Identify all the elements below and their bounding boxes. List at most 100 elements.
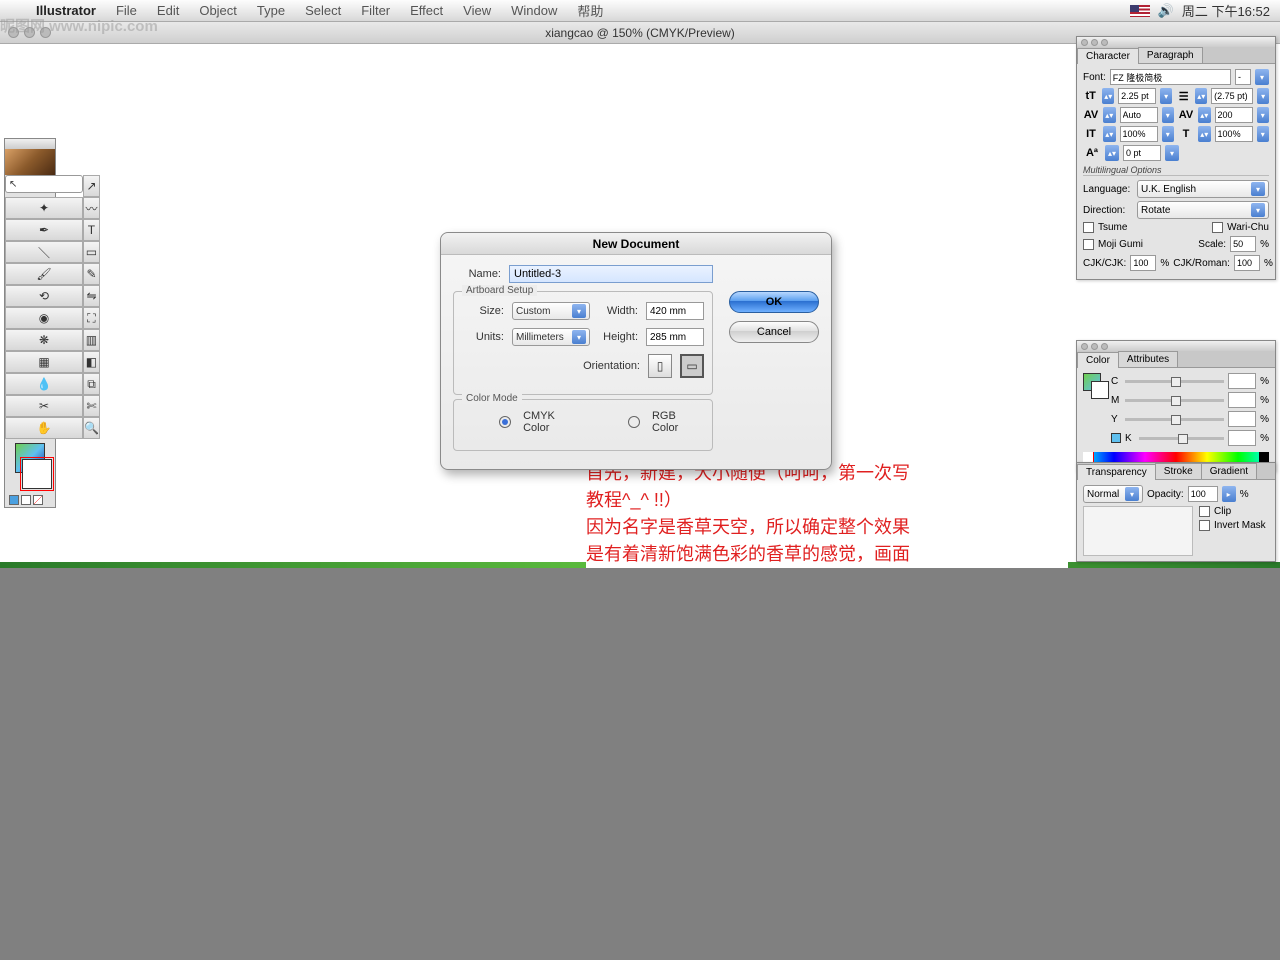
font-family-input[interactable] xyxy=(1110,69,1231,85)
orientation-portrait[interactable]: ▯ xyxy=(648,354,672,378)
baseline-input[interactable] xyxy=(1123,145,1161,161)
magic-wand-tool[interactable]: ✦ xyxy=(5,197,83,219)
menu-object[interactable]: Object xyxy=(189,3,247,18)
zoom-tool[interactable]: 🔍 xyxy=(83,417,100,439)
language-select[interactable]: U.K. English▾ xyxy=(1137,180,1269,198)
track-menu[interactable]: ▾ xyxy=(1257,107,1269,123)
font-style-menu[interactable]: ▾ xyxy=(1255,69,1269,85)
width-input[interactable] xyxy=(646,302,704,320)
track-stepper[interactable]: ▴▾ xyxy=(1198,107,1210,123)
units-select[interactable]: Millimeters▾ xyxy=(512,328,590,346)
symbol-sprayer-tool[interactable]: ❋ xyxy=(5,329,83,351)
pencil-tool[interactable]: ✎ xyxy=(83,263,100,285)
reflect-tool[interactable]: ⇋ xyxy=(83,285,100,307)
tsume-checkbox[interactable] xyxy=(1083,222,1094,233)
c-input[interactable] xyxy=(1228,373,1256,389)
tab-attributes[interactable]: Attributes xyxy=(1118,351,1178,367)
screen-mode-standard[interactable] xyxy=(9,495,19,505)
opacity-input[interactable] xyxy=(1188,486,1218,502)
y-input[interactable] xyxy=(1228,411,1256,427)
menu-type[interactable]: Type xyxy=(247,3,295,18)
cjkroman-input[interactable] xyxy=(1234,255,1260,271)
stroke-swatch[interactable] xyxy=(22,459,52,489)
tab-color[interactable]: Color xyxy=(1077,352,1119,368)
gradient-tool[interactable]: ◧ xyxy=(83,351,100,373)
hscale-input[interactable] xyxy=(1215,126,1253,142)
menu-view[interactable]: View xyxy=(453,3,501,18)
m-input[interactable] xyxy=(1228,392,1256,408)
eyedropper-tool[interactable]: 💧 xyxy=(5,373,83,395)
tab-character[interactable]: Character xyxy=(1077,48,1139,64)
kerning-input[interactable] xyxy=(1120,107,1158,123)
kern-menu[interactable]: ▾ xyxy=(1162,107,1174,123)
y-slider[interactable] xyxy=(1125,418,1224,421)
rgb-radio[interactable] xyxy=(628,416,640,428)
mojigumi-checkbox[interactable] xyxy=(1083,239,1094,250)
free-transform-tool[interactable]: ⛶ xyxy=(83,307,100,329)
rotate-tool[interactable]: ⟲ xyxy=(5,285,83,307)
menu-filter[interactable]: Filter xyxy=(351,3,400,18)
slice-tool[interactable]: ✂ xyxy=(5,395,83,417)
pen-tool[interactable]: ✒ xyxy=(5,219,83,241)
screen-mode-full[interactable] xyxy=(33,495,43,505)
hand-tool[interactable]: ✋ xyxy=(5,417,83,439)
tracking-input[interactable] xyxy=(1215,107,1253,123)
m-slider[interactable] xyxy=(1125,399,1224,402)
menu-select[interactable]: Select xyxy=(295,3,351,18)
font-style-input[interactable] xyxy=(1235,69,1251,85)
leading-stepper[interactable]: ▴▾ xyxy=(1195,88,1207,104)
tab-transparency[interactable]: Transparency xyxy=(1077,464,1156,480)
paintbrush-tool[interactable]: 🖌 xyxy=(5,263,83,285)
size-menu[interactable]: ▾ xyxy=(1160,88,1172,104)
warp-tool[interactable]: ◉ xyxy=(5,307,83,329)
screen-mode-full-menu[interactable] xyxy=(21,495,31,505)
tab-gradient[interactable]: Gradient xyxy=(1201,463,1257,479)
size-stepper[interactable]: ▴▾ xyxy=(1102,88,1114,104)
font-size-input[interactable] xyxy=(1118,88,1156,104)
ok-button[interactable]: OK xyxy=(729,291,819,313)
kern-stepper[interactable]: ▴▾ xyxy=(1103,107,1115,123)
tab-paragraph[interactable]: Paragraph xyxy=(1138,47,1203,63)
cjkcjk-input[interactable] xyxy=(1130,255,1156,271)
baseline-menu[interactable]: ▾ xyxy=(1165,145,1179,161)
blend-tool[interactable]: ⧉ xyxy=(83,373,100,395)
orientation-landscape[interactable]: ▭ xyxy=(680,354,704,378)
menu-help[interactable]: 帮助 xyxy=(567,1,613,20)
graph-tool[interactable]: ▥ xyxy=(83,329,100,351)
rectangle-tool[interactable]: ▭ xyxy=(83,241,100,263)
vscale-input[interactable] xyxy=(1120,126,1158,142)
warichu-checkbox[interactable] xyxy=(1212,222,1223,233)
blend-mode-select[interactable]: Normal▾ xyxy=(1083,485,1143,503)
hscale-stepper[interactable]: ▴▾ xyxy=(1198,126,1210,142)
clip-checkbox[interactable] xyxy=(1199,506,1210,517)
direct-selection-tool[interactable]: ↗ xyxy=(83,175,100,197)
k-slider[interactable] xyxy=(1139,437,1224,440)
hscale-menu[interactable]: ▾ xyxy=(1257,126,1269,142)
input-flag-icon[interactable] xyxy=(1130,5,1150,17)
direction-select[interactable]: Rotate▾ xyxy=(1137,201,1269,219)
invert-checkbox[interactable] xyxy=(1199,520,1210,531)
volume-icon[interactable]: 🔊 xyxy=(1158,3,1174,19)
type-tool[interactable]: T xyxy=(83,219,100,241)
menu-effect[interactable]: Effect xyxy=(400,3,453,18)
scissors-tool[interactable]: ✄ xyxy=(83,395,100,417)
mesh-tool[interactable]: ▦ xyxy=(5,351,83,373)
size-select[interactable]: Custom▾ xyxy=(512,302,590,320)
leading-menu[interactable]: ▾ xyxy=(1257,88,1269,104)
vscale-menu[interactable]: ▾ xyxy=(1162,126,1174,142)
cmyk-radio[interactable] xyxy=(499,416,511,428)
cancel-button[interactable]: Cancel xyxy=(729,321,819,343)
k-input[interactable] xyxy=(1228,430,1256,446)
color-stroke-swatch[interactable] xyxy=(1091,381,1109,399)
baseline-stepper[interactable]: ▴▾ xyxy=(1105,145,1119,161)
selection-tool[interactable]: ↖ xyxy=(5,175,83,193)
leading-input[interactable] xyxy=(1211,88,1253,104)
height-input[interactable] xyxy=(646,328,704,346)
scale-input[interactable] xyxy=(1230,236,1256,252)
menu-window[interactable]: Window xyxy=(501,3,567,18)
vscale-stepper[interactable]: ▴▾ xyxy=(1103,126,1115,142)
c-slider[interactable] xyxy=(1125,380,1224,383)
opacity-menu[interactable]: ▸ xyxy=(1222,486,1236,502)
name-input[interactable] xyxy=(509,265,713,283)
line-tool[interactable]: ＼ xyxy=(5,241,83,263)
